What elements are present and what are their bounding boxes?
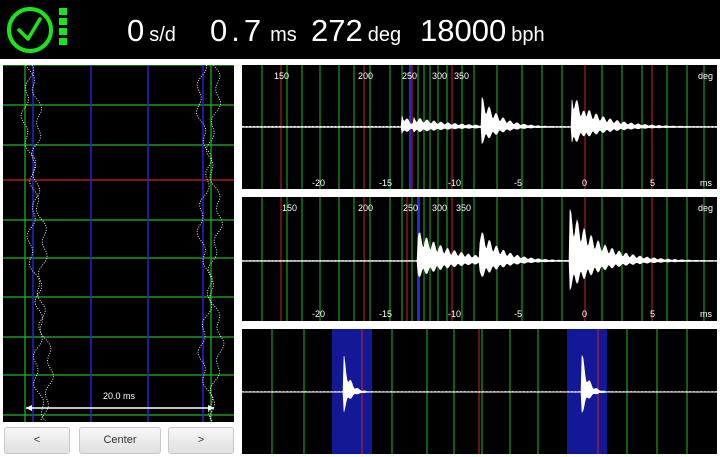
- ms-tick--15: -15: [379, 178, 392, 188]
- ms-tick-0: 0: [582, 309, 587, 319]
- beat-rate-readout: 18000 bph: [420, 13, 545, 49]
- deg-tick-150: 150: [274, 71, 289, 81]
- deg-tick-250: 250: [402, 71, 417, 81]
- timegrapher-trace: [196, 65, 213, 422]
- ms-tick--20: -20: [312, 178, 325, 188]
- prev-button[interactable]: <: [4, 427, 70, 454]
- waveform-trace: [242, 97, 717, 145]
- ms-unit: ms: [700, 178, 712, 188]
- waveform-trace: [242, 209, 717, 291]
- ms-tick--5: -5: [514, 309, 522, 319]
- deg-tick-300: 300: [432, 71, 447, 81]
- amplitude-value: 272: [311, 13, 363, 48]
- next-button[interactable]: >: [168, 427, 234, 454]
- beat-error-readout: 0.7 ms: [210, 13, 297, 49]
- rate-value: 0: [127, 13, 145, 48]
- amplitude-readout: 272 deg: [311, 13, 401, 49]
- ms-tick--10: -10: [448, 178, 461, 188]
- center-button[interactable]: Center: [79, 427, 161, 454]
- ms-tick--15: -15: [379, 309, 392, 319]
- deg-tick-200: 200: [358, 71, 373, 81]
- beat-error-value: 0.7: [210, 13, 266, 48]
- signal-dots-icon: [59, 8, 67, 48]
- ms-tick-5: 5: [650, 178, 655, 188]
- ms-tick-0: 0: [582, 178, 587, 188]
- deg-tick-350: 350: [456, 203, 471, 213]
- waveform-middle: 150 200 250 300 350 deg -20 -15 -10 -5 0…: [242, 197, 717, 321]
- timegrapher-plot: 20.0 ms: [3, 65, 234, 422]
- span-label: 20.0 ms: [103, 391, 136, 401]
- deg-unit: deg: [698, 203, 713, 213]
- deg-tick-150: 150: [282, 203, 297, 213]
- ms-tick--10: -10: [448, 309, 461, 319]
- waveform-overview: [242, 329, 717, 454]
- timegrapher-trace: [206, 65, 225, 422]
- rate-unit: s/d: [149, 24, 176, 46]
- beat-rate-value: 18000: [420, 13, 507, 48]
- beat-error-unit: ms: [270, 24, 297, 46]
- clock-icon: [7, 7, 53, 53]
- waveform-overview-svg: [242, 329, 717, 454]
- waveform-top: 150 200 250 300 350 deg -20 -15 -10 -5 0…: [242, 65, 717, 189]
- ms-tick--20: -20: [312, 309, 325, 319]
- deg-tick-200: 200: [358, 203, 373, 213]
- waveform-top-svg: 150 200 250 300 350 deg -20 -15 -10 -5 0…: [242, 65, 717, 189]
- beat-rate-unit: bph: [511, 24, 545, 46]
- deg-unit: deg: [698, 71, 713, 81]
- amplitude-unit: deg: [367, 24, 402, 46]
- deg-tick-350: 350: [454, 71, 469, 81]
- deg-tick-250: 250: [403, 203, 418, 213]
- ms-unit: ms: [700, 309, 712, 319]
- rate-readout: 0 s/d: [127, 13, 176, 49]
- timegrapher-svg: 20.0 ms: [3, 65, 234, 422]
- waveform-middle-svg: 150 200 250 300 350 deg -20 -15 -10 -5 0…: [242, 197, 717, 321]
- deg-tick-300: 300: [432, 203, 447, 213]
- ms-tick--5: -5: [514, 178, 522, 188]
- status-bar: 0 s/d 0.7 ms 272 deg 18000 bph: [0, 0, 720, 59]
- ms-tick-5: 5: [650, 309, 655, 319]
